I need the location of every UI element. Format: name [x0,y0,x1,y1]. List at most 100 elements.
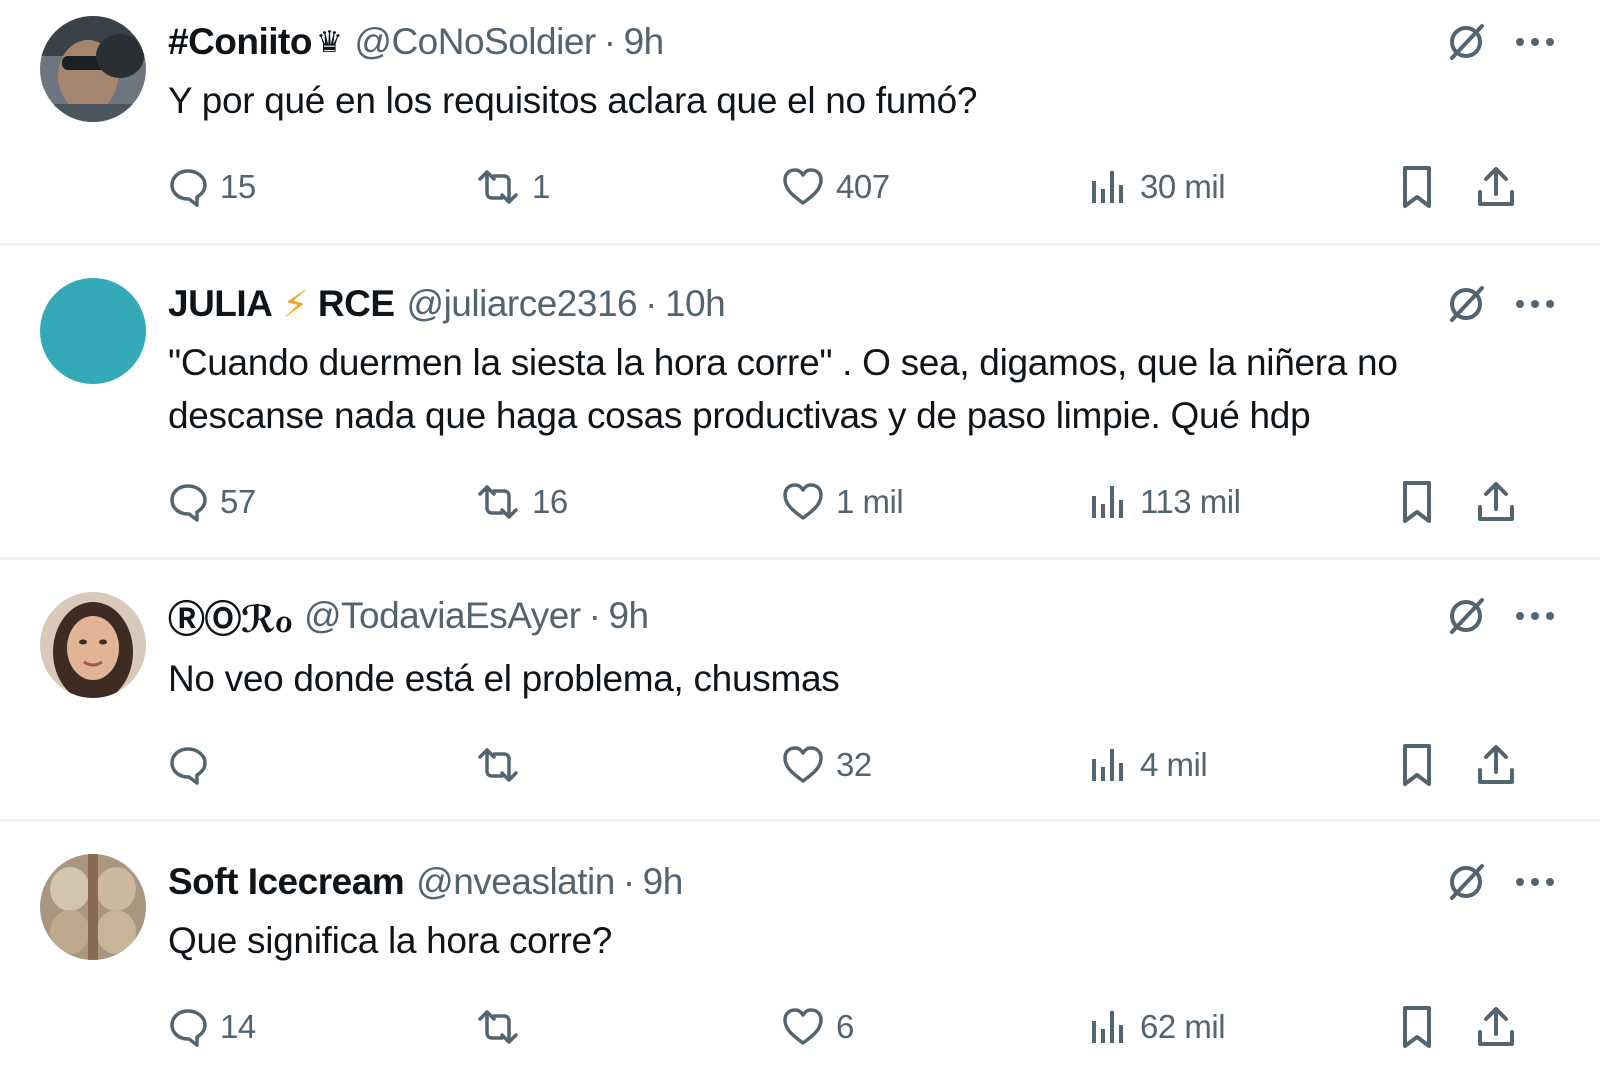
share-button[interactable] [1474,1002,1528,1052]
reply-button[interactable]: 15 [166,162,256,212]
reply-count: 14 [220,1008,256,1045]
views-count: 30 mil [1140,168,1226,205]
user-handle[interactable]: @nveaslatin [416,861,615,903]
more-dots-icon[interactable] [1514,36,1556,48]
user-handle[interactable]: @TodaviaEsAyer [304,595,581,637]
bar-chart-icon [1088,743,1140,787]
separator-dot: · [603,21,616,62]
views-count: 113 mil [1140,483,1241,520]
user-handle[interactable]: @juliarce2316 [407,283,638,325]
retweet-button[interactable]: 16 [474,477,568,527]
retweet-count: 1 [532,168,550,205]
tweet-tools [1444,18,1556,66]
views-count: 4 mil [1140,746,1208,783]
heart-icon [780,480,836,524]
views-count: 62 mil [1140,1008,1226,1045]
tweet-tools [1444,858,1556,906]
tweet[interactable]: JULIA ⚡ RCE @juliarce2316 · 10h "Cuando du… [0,246,1600,560]
bookmark-button[interactable] [1397,477,1447,527]
tweet[interactable]: Soft Icecream @nveaslatin · 9h Que signi… [0,822,1600,1067]
like-button[interactable]: 407 [780,162,890,212]
views-button[interactable]: 30 mil [1088,162,1226,212]
tweet-header: JULIA ⚡ RCE @juliarce2316 · 10h [168,280,726,328]
retweet-button[interactable] [474,1002,532,1052]
timestamp[interactable]: 10h [665,283,726,325]
views-button[interactable]: 4 mil [1088,740,1208,790]
like-count: 32 [836,746,872,783]
like-count: 6 [836,1008,854,1045]
action-bar: 15 1 407 30 mil [0,162,1600,212]
retweet-button[interactable]: 1 [474,162,550,212]
retweet-count: 16 [532,483,568,520]
grok-icon[interactable] [1444,20,1488,64]
bar-chart-icon [1088,480,1140,524]
bookmark-icon [1397,164,1447,210]
bar-chart-icon [1088,1005,1140,1049]
display-name[interactable]: Soft Icecream [168,861,405,903]
bookmark-button[interactable] [1397,1002,1447,1052]
separator-dot: · [622,861,635,902]
share-icon [1474,479,1528,525]
avatar[interactable] [40,16,146,122]
more-dots-icon[interactable] [1514,610,1556,622]
speech-bubble-icon [166,165,220,209]
timestamp[interactable]: 9h [608,595,649,637]
views-button[interactable]: 62 mil [1088,1002,1226,1052]
action-bar: 32 4 mil [0,740,1600,790]
timestamp[interactable]: 9h [624,21,665,63]
retweet-icon [474,743,532,787]
heart-icon [780,165,836,209]
more-dots-icon[interactable] [1514,876,1556,888]
display-name[interactable]: #Coniito ♛ [168,21,343,63]
grok-icon[interactable] [1444,594,1488,638]
tweet-text: Y por qué en los requisitos aclara que e… [168,80,978,121]
grok-icon[interactable] [1444,860,1488,904]
bookmark-icon [1397,1004,1447,1050]
speech-bubble-icon [166,480,220,524]
like-button[interactable]: 32 [780,740,872,790]
reply-button[interactable]: 57 [166,477,256,527]
tweet-text: "Cuando duermen la siesta la hora corre"… [168,342,1398,436]
tweet-text: No veo donde está el problema, chusmas [168,658,840,699]
share-icon [1474,164,1528,210]
share-button[interactable] [1474,162,1528,212]
like-count: 1 mil [836,483,904,520]
display-name[interactable]: JULIA ⚡ RCE [168,283,395,326]
reply-button[interactable]: 14 [166,1002,256,1052]
heart-icon [780,1005,836,1049]
speech-bubble-icon [166,1005,220,1049]
retweet-icon [474,1005,532,1049]
tweet-header: Soft Icecream @nveaslatin · 9h [168,858,683,906]
avatar[interactable] [40,592,146,698]
bookmark-button[interactable] [1397,162,1447,212]
like-button[interactable]: 6 [780,1002,854,1052]
retweet-button[interactable] [474,740,532,790]
avatar[interactable] [40,278,146,384]
reply-count: 57 [220,483,256,520]
tweet[interactable]: #Coniito ♛ @CoNoSoldier · 9h Y por qué en… [0,0,1600,246]
reply-button[interactable] [166,740,220,790]
reply-feed: #Coniito ♛ @CoNoSoldier · 9h Y por qué en… [0,0,1600,1067]
more-dots-icon[interactable] [1514,298,1556,310]
grok-icon[interactable] [1444,282,1488,326]
tweet-header: #Coniito ♛ @CoNoSoldier · 9h [168,18,664,66]
display-name[interactable]: ⓇⓄℛℴ [168,589,292,643]
avatar[interactable] [40,854,146,960]
like-button[interactable]: 1 mil [780,477,904,527]
separator-dot: · [588,595,601,636]
speech-bubble-icon [166,743,220,787]
tweet[interactable]: ⓇⓄℛℴ @TodaviaEsAyer · 9h No veo donde es… [0,560,1600,822]
views-button[interactable]: 113 mil [1088,477,1241,527]
bookmark-icon [1397,479,1447,525]
share-button[interactable] [1474,740,1528,790]
user-handle[interactable]: @CoNoSoldier [354,21,596,63]
tweet-tools [1444,592,1556,640]
timestamp[interactable]: 9h [643,861,684,903]
share-button[interactable] [1474,477,1528,527]
bar-chart-icon [1088,165,1140,209]
like-count: 407 [836,168,890,205]
action-bar: 14 6 62 mil [0,1002,1600,1052]
bookmark-button[interactable] [1397,740,1447,790]
action-bar: 57 16 1 mil 113 mil [0,477,1600,527]
tweet-tools [1444,280,1556,328]
